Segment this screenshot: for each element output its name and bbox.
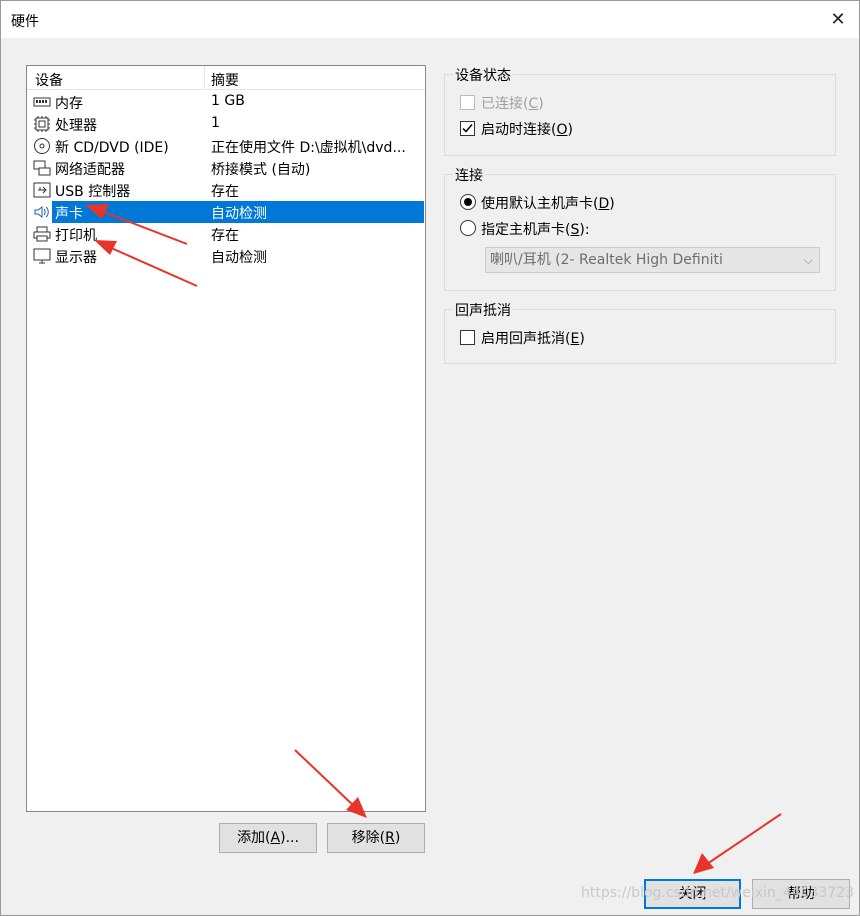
- window-title: 硬件: [11, 14, 39, 30]
- checkmark-icon: [462, 124, 473, 133]
- device-list[interactable]: 设备 摘要 内存 1 GB 处理器 1 新 CD/DVD (IDE) 正在使用文…: [26, 65, 426, 812]
- device-row-usb-controller[interactable]: USB 控制器 存在: [27, 179, 425, 201]
- device-summary: 桥接模式 (自动): [211, 162, 311, 178]
- device-summary: 1: [211, 115, 220, 131]
- enable-echo-cancel-label: 启用回声抵消(E): [481, 331, 585, 347]
- close-window-icon[interactable]: ✕: [825, 7, 851, 33]
- device-summary: 存在: [211, 228, 239, 244]
- remove-button[interactable]: 移除(R): [327, 823, 425, 853]
- cd-dvd-icon: [34, 138, 50, 154]
- enable-echo-cancel-checkbox[interactable]: [460, 330, 475, 345]
- device-summary: 自动检测: [211, 206, 267, 222]
- connect-at-power-on-checkbox[interactable]: [460, 121, 475, 136]
- use-default-sound-card-label: 使用默认主机声卡(D): [481, 196, 615, 212]
- use-default-sound-card-radio[interactable]: [460, 194, 476, 210]
- device-name: 新 CD/DVD (IDE): [55, 140, 169, 156]
- connected-checkbox[interactable]: [460, 95, 475, 110]
- device-row-network-adapter[interactable]: 网络适配器 桥接模式 (自动): [27, 157, 425, 179]
- list-header: 设备 摘要: [27, 66, 425, 90]
- speaker-icon: [34, 206, 49, 218]
- title-bar: 硬件 ✕: [1, 1, 859, 38]
- network-adapter-icon: [33, 160, 51, 176]
- device-row-memory[interactable]: 内存 1 GB: [27, 91, 425, 113]
- device-name: 网络适配器: [55, 162, 125, 178]
- device-name: 打印机: [55, 228, 97, 244]
- column-header-summary[interactable]: 摘要: [211, 70, 239, 90]
- device-summary: 正在使用文件 D:\虚拟机\dvd...: [211, 140, 406, 156]
- usb-controller-icon: [33, 182, 51, 198]
- connected-label: 已连接(C): [481, 96, 544, 112]
- device-status-group: 设备状态: [444, 65, 836, 156]
- printer-icon: [33, 226, 51, 242]
- arrow-to-close-button: [693, 813, 782, 874]
- memory-icon: [33, 97, 51, 107]
- echo-cancel-title: 回声抵消: [453, 300, 513, 320]
- hardware-dialog: 硬件 ✕ 设备 摘要 内存 1 GB 处理器 1 新 CD/DVD (IDE) …: [0, 0, 860, 916]
- specify-sound-card-label: 指定主机声卡(S):: [481, 222, 590, 238]
- device-row-display[interactable]: 显示器 自动检测: [27, 245, 425, 267]
- chevron-down-icon: ⌵: [803, 253, 813, 267]
- device-status-title: 设备状态: [453, 65, 513, 85]
- connect-at-power-on-label: 启动时连接(O): [481, 122, 573, 138]
- column-header-device[interactable]: 设备: [35, 70, 63, 90]
- device-row-sound-card[interactable]: 声卡 自动检测: [27, 201, 425, 223]
- cpu-icon: [34, 116, 50, 132]
- device-summary: 存在: [211, 184, 239, 200]
- device-name: 声卡: [55, 206, 83, 222]
- specify-sound-card-radio[interactable]: [460, 220, 476, 236]
- device-name: 处理器: [55, 118, 97, 134]
- host-sound-card-value: 喇叭/耳机 (2- Realtek High Definiti: [490, 252, 723, 268]
- monitor-icon: [33, 248, 51, 264]
- add-button[interactable]: 添加(A)...: [219, 823, 317, 853]
- host-sound-card-select[interactable]: 喇叭/耳机 (2- Realtek High Definiti ⌵: [485, 247, 820, 273]
- column-separator[interactable]: [204, 66, 205, 90]
- device-summary: 1 GB: [211, 93, 245, 109]
- device-summary: 自动检测: [211, 250, 267, 266]
- device-row-processor[interactable]: 处理器 1: [27, 113, 425, 135]
- device-name: 内存: [55, 96, 83, 112]
- radio-dot: [464, 198, 472, 206]
- device-name: USB 控制器: [55, 184, 131, 200]
- device-row-printer[interactable]: 打印机 存在: [27, 223, 425, 245]
- watermark: https://blog.csdn.net/weixin_44033723: [581, 885, 855, 901]
- device-row-cd-dvd[interactable]: 新 CD/DVD (IDE) 正在使用文件 D:\虚拟机\dvd...: [27, 135, 425, 157]
- device-name: 显示器: [55, 250, 97, 266]
- connection-title: 连接: [453, 165, 485, 185]
